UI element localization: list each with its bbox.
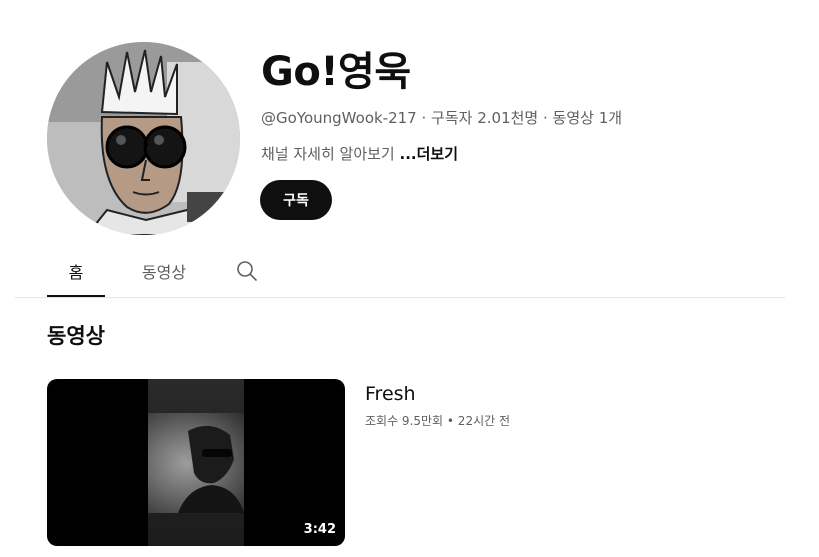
video-meta: 조회수 9.5만회 • 22시간 전 bbox=[365, 414, 511, 428]
meta-separator-2: · bbox=[538, 109, 553, 127]
video-count: 동영상 1개 bbox=[552, 109, 623, 127]
subscriber-count: 구독자 2.01천명 bbox=[431, 109, 539, 127]
channel-avatar[interactable] bbox=[47, 42, 240, 235]
channel-tabs: 홈 동영상 bbox=[15, 245, 785, 298]
video-duration: 3:42 bbox=[303, 522, 336, 537]
channel-description[interactable]: 채널 자세히 알아보기 ...더보기 bbox=[261, 142, 458, 166]
section-title: 동영상 bbox=[47, 324, 105, 348]
more-link[interactable]: ...더보기 bbox=[400, 145, 459, 163]
channel-meta: @GoYoungWook-217 · 구독자 2.01천명 · 동영상 1개 bbox=[261, 106, 622, 130]
thumbnail-photo bbox=[148, 413, 244, 513]
tab-videos[interactable]: 동영상 bbox=[132, 245, 196, 296]
tab-videos-label: 동영상 bbox=[141, 262, 187, 282]
person-image bbox=[178, 425, 244, 513]
video-thumbnail[interactable]: 3:42 bbox=[47, 379, 345, 546]
subscribe-button[interactable]: 구독 bbox=[260, 180, 332, 220]
tab-home[interactable]: 홈 bbox=[47, 245, 105, 297]
meta-separator-1: · bbox=[416, 109, 432, 127]
channel-handle: @GoYoungWook-217 bbox=[261, 109, 417, 127]
channel-name: Go!영욱 bbox=[261, 49, 411, 95]
search-icon bbox=[237, 260, 257, 281]
description-text: 채널 자세히 알아보기 bbox=[261, 145, 400, 163]
cartoon-avatar-icon bbox=[47, 42, 240, 235]
tab-search[interactable] bbox=[227, 245, 267, 296]
tab-home-label: 홈 bbox=[68, 262, 84, 282]
video-title[interactable]: Fresh bbox=[365, 381, 416, 407]
